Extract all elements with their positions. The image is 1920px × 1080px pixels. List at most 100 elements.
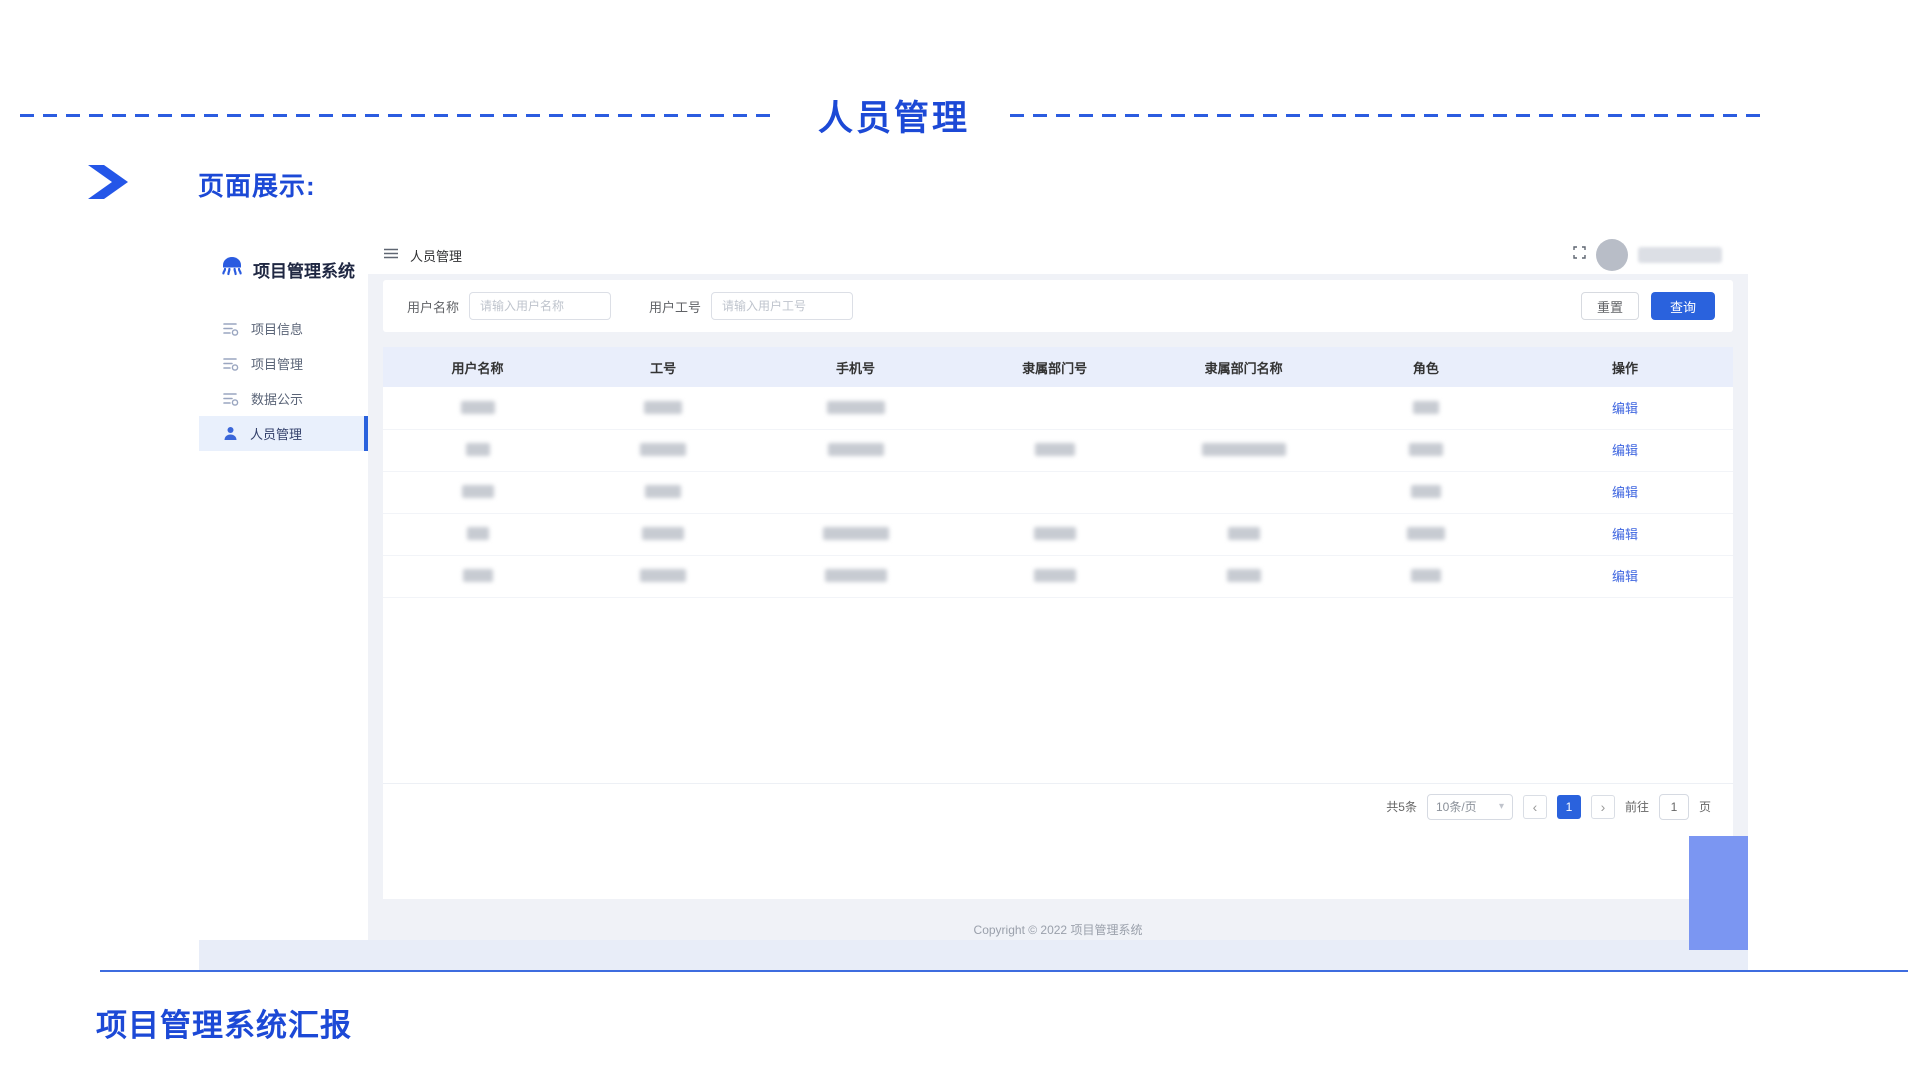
redacted-cell-value — [1413, 401, 1439, 414]
redacted-cell-value — [1411, 485, 1441, 498]
redacted-cell-value — [827, 401, 885, 414]
person-icon — [223, 426, 238, 441]
goto-page-input[interactable] — [1659, 794, 1689, 820]
redacted-cell-value — [640, 443, 686, 456]
userid-field-group: 用户工号 — [649, 292, 853, 320]
app-screenshot: 项目管理系统 项目信息项目管理数据公示人员管理 人员管理 — [199, 236, 1748, 970]
search-card: 用户名称 用户工号 重置 查询 — [383, 280, 1733, 332]
username-input[interactable] — [469, 292, 611, 320]
username-label: 用户名称 — [407, 297, 459, 316]
chevron-bullet-icon — [88, 165, 128, 204]
page-size-select[interactable]: 10条/页 ▾ — [1427, 794, 1513, 820]
search-actions: 重置 查询 — [1581, 292, 1715, 320]
userid-input[interactable] — [711, 292, 853, 320]
presentation-slide: 人员管理 页面展示: 项目管理系统 项目信息项目管理数据公示人员管理 — [0, 0, 1920, 1080]
username-redacted — [1638, 247, 1722, 263]
column-header: 手机号 — [754, 347, 957, 387]
redacted-cell-value — [462, 485, 494, 498]
reset-button[interactable]: 重置 — [1581, 292, 1639, 320]
table-row: 编辑 — [383, 471, 1733, 513]
redacted-cell-value — [1407, 527, 1445, 540]
topbar-right — [1573, 239, 1722, 271]
edit-link[interactable]: 编辑 — [1612, 401, 1638, 416]
table-body: 编辑编辑编辑编辑编辑 — [383, 387, 1733, 597]
jellyfish-logo-icon — [219, 254, 245, 285]
redacted-cell-value — [463, 569, 493, 582]
current-page-button[interactable]: 1 — [1557, 795, 1581, 819]
column-header: 用户名称 — [383, 347, 572, 387]
table-row: 编辑 — [383, 387, 1733, 429]
edit-link[interactable]: 编辑 — [1612, 527, 1638, 542]
breadcrumb: 人员管理 — [410, 246, 462, 265]
caret-down-icon: ▾ — [1499, 801, 1504, 812]
table-card: 用户名称工号手机号隶属部门号隶属部门名称角色操作 编辑编辑编辑编辑编辑 共5条 … — [383, 347, 1733, 899]
redacted-cell-value — [823, 527, 889, 540]
collapse-menu-icon[interactable] — [384, 246, 398, 264]
copyright: Copyright © 2022 项目管理系统 — [368, 921, 1748, 938]
pagination-total: 共5条 — [1386, 798, 1417, 815]
fullscreen-icon[interactable] — [1573, 246, 1586, 264]
pagination: 共5条 10条/页 ▾ ‹ 1 › 前往 页 — [383, 783, 1733, 829]
prev-page-button[interactable]: ‹ — [1523, 795, 1547, 819]
redacted-cell-value — [1202, 443, 1286, 456]
section-label: 页面展示: — [198, 166, 316, 203]
redacted-cell-value — [1034, 527, 1076, 540]
sidebar-item-label: 人员管理 — [250, 424, 302, 443]
redacted-cell-value — [461, 401, 495, 414]
redacted-cell-value — [1227, 569, 1261, 582]
card-bottom-padding — [383, 829, 1733, 899]
redacted-cell-value — [642, 527, 684, 540]
redacted-cell-value — [825, 569, 887, 582]
left-dashed-line — [20, 114, 778, 117]
title-band: 人员管理 — [20, 90, 1768, 141]
edit-link[interactable]: 编辑 — [1612, 485, 1638, 500]
main-content: 人员管理 用户名称 用户工号 — [368, 236, 1748, 940]
column-header: 隶属部门名称 — [1153, 347, 1335, 387]
logo-row: 项目管理系统 — [199, 236, 368, 285]
redacted-cell-value — [640, 569, 686, 582]
redacted-cell-value — [644, 401, 682, 414]
app-bottom-strip — [199, 940, 1748, 970]
sidebar-menu: 项目信息项目管理数据公示人员管理 — [199, 311, 368, 451]
table-row: 编辑 — [383, 555, 1733, 597]
bottom-divider-line — [100, 970, 1908, 972]
edit-link[interactable]: 编辑 — [1612, 443, 1638, 458]
sidebar-item-1[interactable]: 项目信息 — [199, 311, 368, 346]
column-header: 角色 — [1335, 347, 1517, 387]
decorative-blue-rectangle — [1689, 836, 1748, 950]
redacted-cell-value — [467, 527, 489, 540]
section-row: 页面展示: — [88, 164, 316, 204]
redacted-cell-value — [1411, 569, 1441, 582]
slide-title: 人员管理 — [818, 90, 970, 141]
topbar: 人员管理 — [368, 236, 1748, 274]
avatar[interactable] — [1596, 239, 1628, 271]
edit-link[interactable]: 编辑 — [1612, 569, 1638, 584]
page-unit-label: 页 — [1699, 798, 1711, 815]
redacted-cell-value — [1228, 527, 1260, 540]
redacted-cell-value — [1409, 443, 1443, 456]
redacted-cell-value — [645, 485, 681, 498]
table-row: 编辑 — [383, 429, 1733, 471]
redacted-cell-value — [1035, 443, 1075, 456]
username-field-group: 用户名称 — [407, 292, 611, 320]
next-page-button[interactable]: › — [1591, 795, 1615, 819]
sidebar-item-4[interactable]: 人员管理 — [199, 416, 368, 451]
table-row: 编辑 — [383, 513, 1733, 555]
logo-text: 项目管理系统 — [253, 257, 355, 282]
query-button[interactable]: 查询 — [1651, 292, 1715, 320]
right-dashed-line — [1010, 114, 1768, 117]
column-header: 隶属部门号 — [957, 347, 1153, 387]
list-gear-icon — [223, 357, 239, 371]
list-gear-icon — [223, 322, 239, 336]
sidebar-item-3[interactable]: 数据公示 — [199, 381, 368, 416]
page-size-value: 10条/页 — [1436, 798, 1477, 815]
userid-label: 用户工号 — [649, 297, 701, 316]
redacted-cell-value — [1034, 569, 1076, 582]
column-header: 工号 — [572, 347, 754, 387]
sidebar-item-label: 项目管理 — [251, 354, 303, 373]
sidebar-item-2[interactable]: 项目管理 — [199, 346, 368, 381]
user-table: 用户名称工号手机号隶属部门号隶属部门名称角色操作 编辑编辑编辑编辑编辑 — [383, 347, 1733, 598]
sidebar-item-label: 数据公示 — [251, 389, 303, 408]
redacted-cell-value — [466, 443, 490, 456]
report-title: 项目管理系统汇报 — [96, 1000, 352, 1045]
